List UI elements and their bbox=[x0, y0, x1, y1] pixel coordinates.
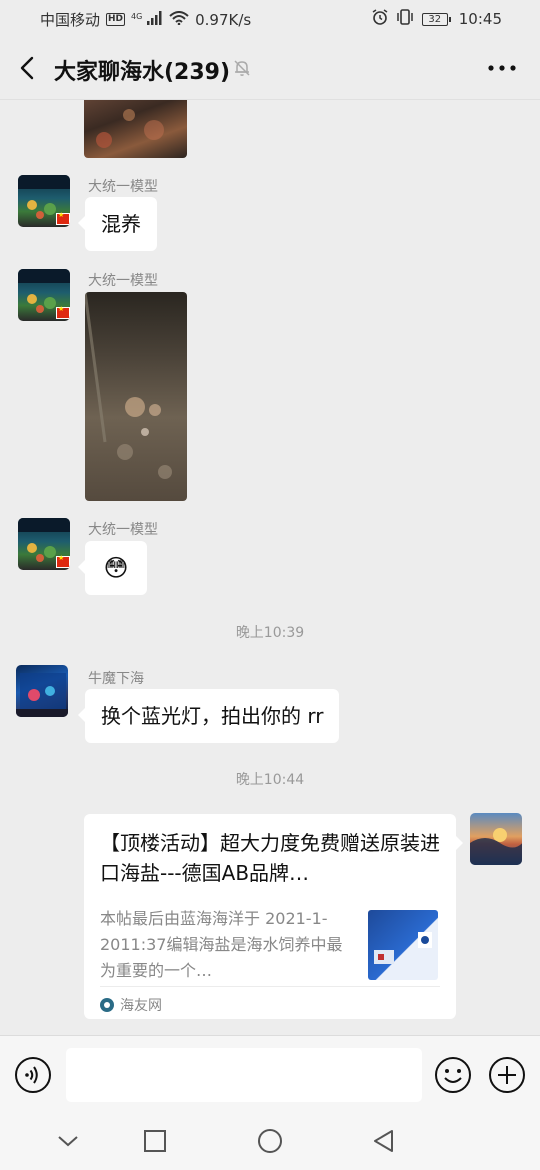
back-button[interactable] bbox=[14, 54, 42, 82]
sender-name: 大统一模型 bbox=[88, 179, 158, 195]
nav-circle-icon bbox=[258, 1129, 282, 1153]
message-bubble[interactable]: 混养 bbox=[78, 197, 157, 251]
hd-badge: HD bbox=[106, 13, 126, 26]
message-bubble[interactable]: 换个蓝光灯，拍出你的 rr bbox=[77, 689, 340, 743]
link-title: 【顶楼活动】超大力度免费赠送原装进口海盐---德国AB品牌… bbox=[100, 831, 440, 885]
plus-icon bbox=[489, 1057, 525, 1093]
avatar-self[interactable] bbox=[470, 813, 522, 865]
avatar[interactable] bbox=[16, 665, 68, 717]
plus-button[interactable] bbox=[488, 1056, 526, 1094]
link-source: 海友网 bbox=[100, 995, 162, 1015]
chat-title: 大家聊海水(239) bbox=[54, 60, 231, 85]
voice-icon bbox=[15, 1057, 51, 1093]
mute-icon bbox=[232, 58, 252, 78]
network-speed: 0.97K/s bbox=[195, 10, 252, 29]
message-image-partial[interactable] bbox=[84, 100, 187, 158]
system-nav-bar bbox=[0, 1113, 540, 1170]
chat-area[interactable]: 大统一模型 混养 大统一模型 大统一模型 😳 晚上10:39 牛魔下海 换个蓝光… bbox=[0, 100, 540, 1035]
link-description: 本帖最后由蓝海海洋于 2021-1-2011:37编辑海盐是海水饲养中最为重要的… bbox=[100, 909, 343, 980]
carrier-label: 中国移动 bbox=[40, 11, 101, 29]
input-bar bbox=[0, 1035, 540, 1113]
avatar[interactable] bbox=[18, 269, 70, 321]
more-icon bbox=[488, 65, 516, 71]
nav-back-icon bbox=[374, 1130, 393, 1152]
status-left: 中国移动 HD 4G 0.97K/s bbox=[40, 9, 251, 30]
message-bubble[interactable]: 😳 bbox=[78, 541, 147, 595]
source-name: 海友网 bbox=[120, 998, 162, 1014]
message-image[interactable] bbox=[85, 292, 187, 501]
blush-emoji: 😳 bbox=[103, 554, 129, 582]
sender-name: 大统一模型 bbox=[88, 273, 158, 289]
wifi-icon bbox=[169, 10, 189, 29]
status-bar: 中国移动 HD 4G 0.97K/s 32 10:45 bbox=[0, 0, 540, 36]
emoji-button[interactable] bbox=[434, 1056, 472, 1094]
link-card[interactable]: 【顶楼活动】超大力度免费赠送原装进口海盐---德国AB品牌… 本帖最后由蓝海海洋… bbox=[84, 814, 463, 1019]
avatar[interactable] bbox=[18, 175, 70, 227]
alarm-icon bbox=[372, 9, 388, 29]
status-right: 32 10:45 bbox=[372, 9, 502, 29]
back-arrow-icon bbox=[20, 56, 34, 80]
network-type: 4G bbox=[131, 11, 143, 21]
flag-badge bbox=[56, 305, 70, 319]
avatar[interactable] bbox=[18, 518, 70, 570]
link-thumbnail bbox=[368, 910, 438, 980]
more-button[interactable] bbox=[486, 56, 518, 80]
nav-square-icon bbox=[144, 1130, 166, 1152]
emoji-icon bbox=[435, 1057, 471, 1093]
battery-icon: 32 bbox=[421, 12, 451, 26]
sender-name: 大统一模型 bbox=[88, 522, 158, 538]
sender-name: 牛魔下海 bbox=[88, 671, 144, 687]
link-divider bbox=[100, 986, 440, 987]
battery-level: 32 bbox=[421, 12, 448, 26]
voice-button[interactable] bbox=[14, 1056, 52, 1094]
vibrate-icon bbox=[396, 9, 414, 29]
time-separator: 晚上10:39 bbox=[235, 625, 305, 641]
chat-header: 大家聊海水(239) bbox=[0, 36, 540, 100]
message-input[interactable] bbox=[66, 1048, 422, 1102]
nav-down-button[interactable] bbox=[54, 1127, 82, 1155]
source-logo-icon bbox=[100, 998, 114, 1012]
flag-badge bbox=[56, 211, 70, 225]
nav-recents-button[interactable] bbox=[141, 1127, 169, 1155]
flag-badge bbox=[56, 554, 70, 568]
signal-icon: 4G bbox=[131, 10, 163, 29]
time-separator: 晚上10:44 bbox=[235, 772, 305, 788]
nav-home-button[interactable] bbox=[256, 1127, 284, 1155]
nav-back-button[interactable] bbox=[370, 1127, 398, 1155]
clock: 10:45 bbox=[458, 10, 502, 28]
nav-down-icon bbox=[58, 1136, 78, 1147]
